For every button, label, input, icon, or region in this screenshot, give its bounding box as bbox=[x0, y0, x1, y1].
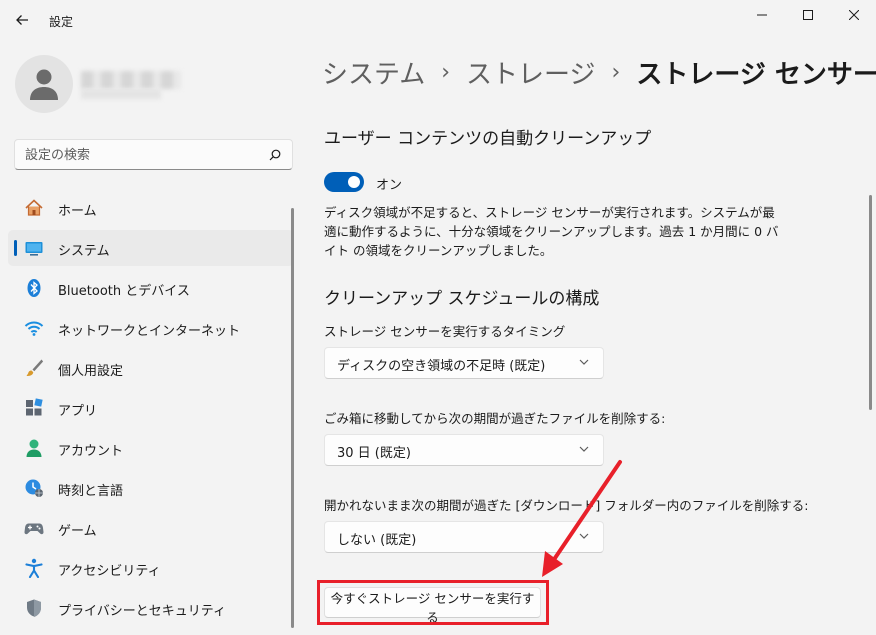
auto-cleanup-toggle[interactable] bbox=[324, 172, 364, 192]
downloads-dropdown-value: しない (既定) bbox=[337, 533, 417, 548]
breadcrumb: システム › ストレージ › ストレージ センサー bbox=[322, 52, 876, 92]
home-icon bbox=[24, 198, 44, 218]
recycle-bin-label: ごみ箱に移動してから次の期間が過ぎたファイルを削除する: bbox=[324, 411, 666, 426]
cleanup-description: ディスク領域が不足すると、ストレージ センサーが実行されます。システムが最適に動… bbox=[324, 205, 779, 258]
recycle-bin-dropdown[interactable]: 30 日 (既定) bbox=[324, 434, 604, 466]
sidebar-item-label: 個人用設定 bbox=[58, 364, 124, 379]
downloads-label: 開かれないまま次の期間が過ぎた [ダウンロード] フォルダー内のファイルを削除す… bbox=[324, 498, 809, 513]
toggle-state-label: オン bbox=[376, 178, 403, 193]
sidebar-item-home[interactable]: ホーム bbox=[8, 190, 294, 226]
sidebar-item-label: ホーム bbox=[58, 204, 97, 219]
sidebar-nav: ホーム システム Bluetooth とデバイス ネットワークとインターネット … bbox=[8, 190, 294, 630]
page-title: ストレージ センサー bbox=[636, 59, 876, 90]
chevron-down-icon bbox=[579, 446, 589, 452]
run-storage-sense-button[interactable]: 今すぐストレージ センサーを実行する bbox=[324, 587, 541, 625]
close-button[interactable] bbox=[831, 0, 876, 30]
sidebar-scrollbar[interactable] bbox=[291, 208, 294, 628]
person-icon bbox=[30, 69, 58, 100]
timing-dropdown-value: ディスクの空き領域の不足時 (既定) bbox=[337, 359, 546, 374]
wifi-icon bbox=[24, 318, 44, 338]
maximize-button[interactable] bbox=[785, 0, 831, 30]
sidebar-item-label: システム bbox=[58, 244, 110, 259]
apps-icon bbox=[24, 398, 44, 418]
search-input[interactable] bbox=[25, 145, 265, 165]
content-scrollbar[interactable] bbox=[869, 195, 872, 410]
accessibility-icon bbox=[24, 558, 44, 578]
brush-icon bbox=[24, 358, 44, 378]
breadcrumb-separator: › bbox=[611, 59, 621, 85]
timing-label: ストレージ センサーを実行するタイミング bbox=[324, 324, 566, 339]
minimize-icon bbox=[757, 14, 767, 16]
sidebar-item-gaming[interactable]: ゲーム bbox=[8, 510, 294, 546]
sidebar-item-accounts[interactable]: アカウント bbox=[8, 430, 294, 466]
sidebar-item-label: アカウント bbox=[58, 444, 124, 459]
account-icon bbox=[24, 438, 44, 458]
settings-search[interactable] bbox=[14, 139, 293, 170]
breadcrumb-storage[interactable]: ストレージ bbox=[466, 54, 595, 91]
sidebar-item-label: アプリ bbox=[58, 404, 98, 419]
back-button[interactable] bbox=[10, 8, 34, 32]
breadcrumb-system[interactable]: システム bbox=[322, 54, 425, 91]
back-arrow-icon bbox=[16, 15, 28, 25]
sidebar-item-label: プライバシーとセキュリティ bbox=[58, 604, 226, 619]
sidebar-item-network[interactable]: ネットワークとインターネット bbox=[8, 310, 294, 346]
profile-email-redacted bbox=[81, 89, 161, 99]
profile-name-redacted bbox=[81, 71, 181, 89]
toggle-knob bbox=[348, 176, 360, 188]
sidebar-item-accessibility[interactable]: アクセシビリティ bbox=[8, 550, 294, 586]
gamepad-icon bbox=[24, 518, 44, 538]
shield-icon bbox=[24, 598, 44, 618]
title-bar: 設定 bbox=[0, 0, 876, 40]
cleanup-section-title: ユーザー コンテンツの自動クリーンアップ bbox=[324, 129, 652, 149]
sidebar-item-personalization[interactable]: 個人用設定 bbox=[8, 350, 294, 386]
app-title: 設定 bbox=[49, 15, 74, 29]
sidebar-item-label: ゲーム bbox=[58, 524, 97, 539]
close-icon bbox=[849, 10, 859, 20]
breadcrumb-separator: › bbox=[441, 59, 451, 85]
monitor-icon bbox=[24, 238, 44, 258]
sidebar-item-label: アクセシビリティ bbox=[58, 564, 161, 579]
clock-globe-icon bbox=[24, 478, 44, 498]
timing-dropdown[interactable]: ディスクの空き領域の不足時 (既定) bbox=[324, 347, 604, 379]
sidebar-item-time-language[interactable]: 時刻と言語 bbox=[8, 470, 294, 506]
schedule-section-title: クリーンアップ スケジュールの構成 bbox=[324, 289, 600, 309]
sidebar-item-bluetooth[interactable]: Bluetooth とデバイス bbox=[8, 270, 294, 306]
maximize-icon bbox=[803, 10, 813, 20]
sidebar-item-label: 時刻と言語 bbox=[58, 484, 124, 499]
sidebar-item-label: ネットワークとインターネット bbox=[58, 324, 241, 339]
downloads-dropdown[interactable]: しない (既定) bbox=[324, 521, 604, 553]
sidebar-item-system[interactable]: システム bbox=[8, 230, 294, 266]
recycle-bin-dropdown-value: 30 日 (既定) bbox=[337, 446, 411, 461]
sidebar-item-label: Bluetooth とデバイス bbox=[58, 284, 190, 299]
chevron-down-icon bbox=[579, 533, 589, 539]
minimize-button[interactable] bbox=[739, 0, 785, 30]
sidebar-item-privacy-security[interactable]: プライバシーとセキュリティ bbox=[8, 590, 294, 626]
avatar bbox=[15, 55, 73, 113]
bluetooth-icon bbox=[24, 278, 44, 298]
search-icon[interactable] bbox=[269, 149, 281, 161]
sidebar-item-apps[interactable]: アプリ bbox=[8, 390, 294, 426]
chevron-down-icon bbox=[579, 359, 589, 365]
